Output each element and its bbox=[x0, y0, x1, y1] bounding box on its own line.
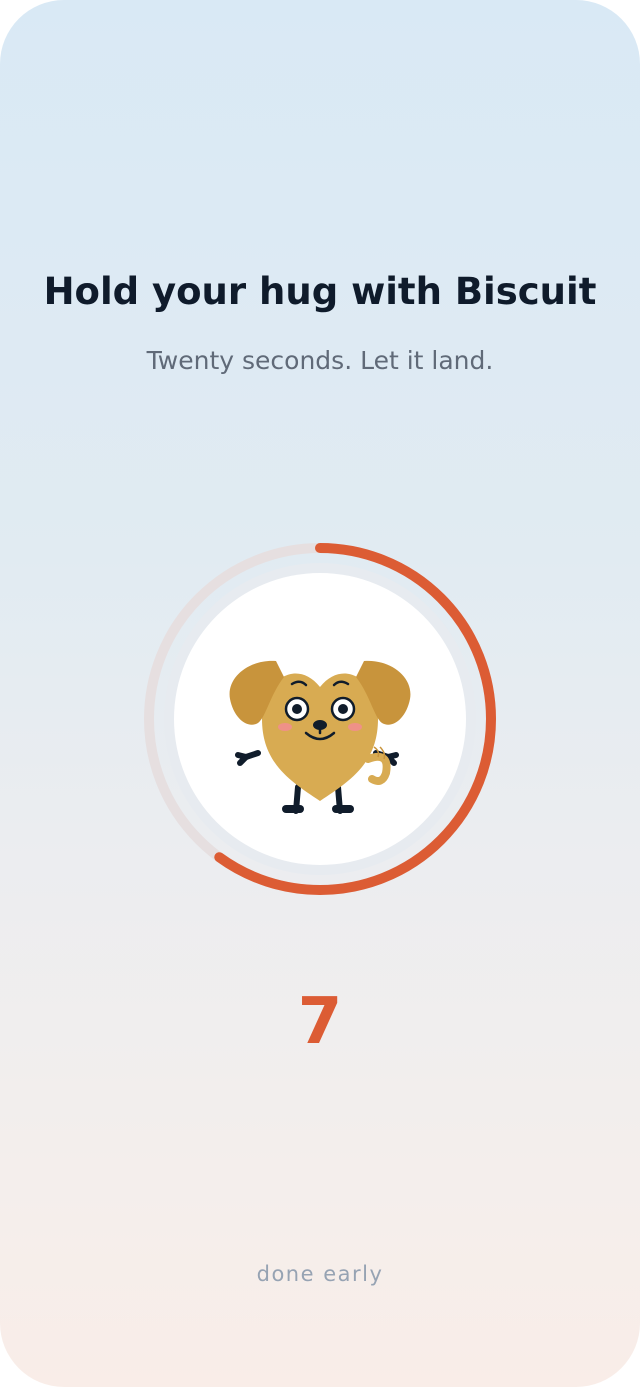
done-early-button[interactable]: done early bbox=[0, 1262, 640, 1286]
phone-screen: Hold your hug with Biscuit Twenty second… bbox=[0, 0, 640, 1387]
page-subtitle: Twenty seconds. Let it land. bbox=[146, 346, 494, 375]
timer-ring bbox=[144, 543, 496, 895]
countdown-number: 7 bbox=[297, 985, 343, 1059]
page-title: Hold your hug with Biscuit bbox=[43, 270, 597, 313]
hug-timer bbox=[140, 539, 500, 899]
